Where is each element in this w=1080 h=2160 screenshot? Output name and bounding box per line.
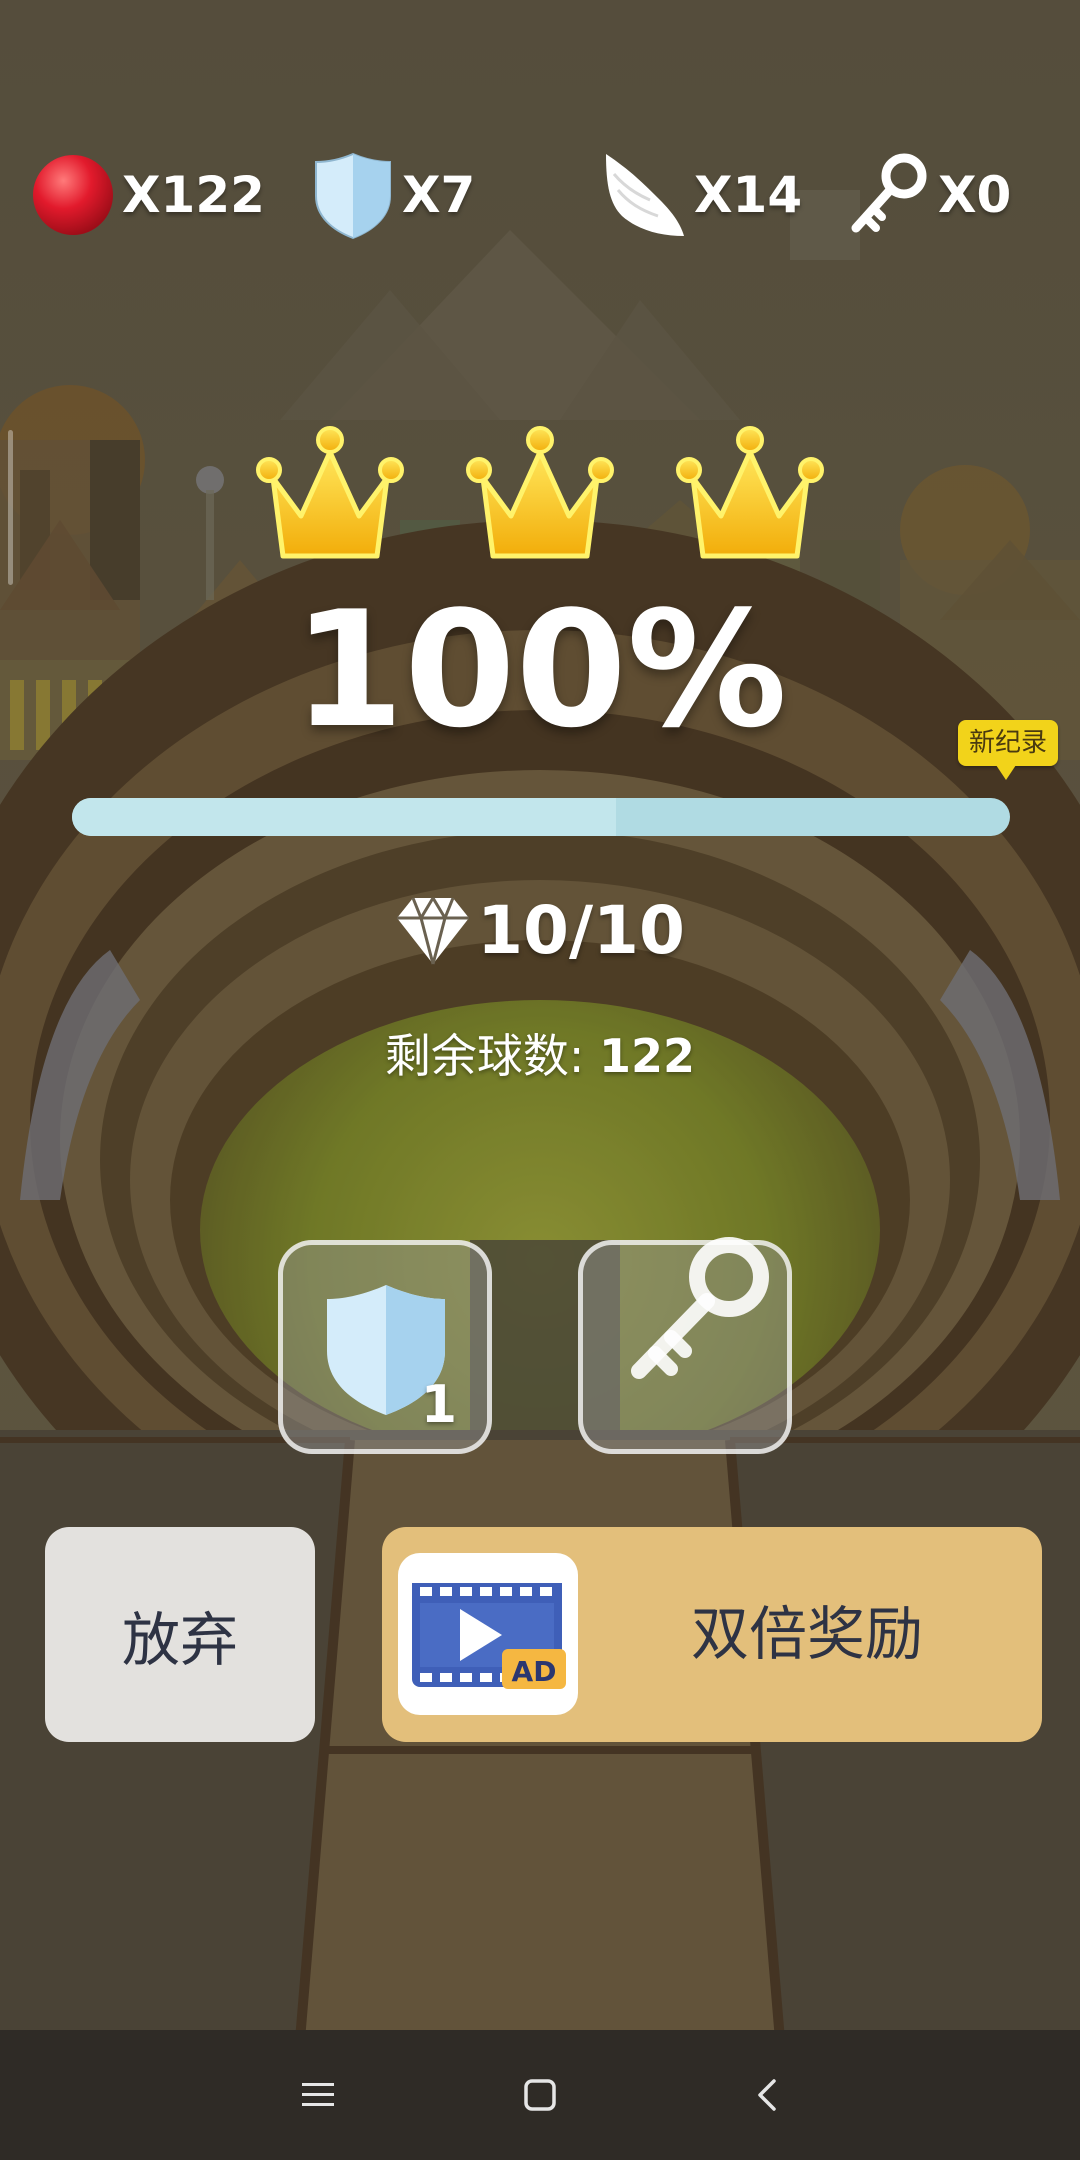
crown-icon xyxy=(676,426,824,559)
ad-video-icon: AD xyxy=(398,1553,578,1715)
balls-count: X122 xyxy=(122,166,265,224)
new-record-badge: 新纪录 xyxy=(958,720,1058,780)
scroll-indicator xyxy=(8,430,13,585)
resource-shields: X7 xyxy=(312,150,475,240)
diamond-icon xyxy=(397,897,470,965)
remaining-label: 剩余球数: xyxy=(384,1029,585,1083)
progress-bar xyxy=(72,798,1010,836)
item-slot-shield[interactable]: 1 xyxy=(278,1240,492,1454)
gems-collected: 10/10 xyxy=(0,880,1080,980)
menu-icon xyxy=(302,2083,334,2106)
give-up-button[interactable]: 放弃 xyxy=(45,1527,315,1742)
item-slot-key[interactable] xyxy=(578,1237,792,1454)
crown-icon xyxy=(256,426,404,559)
gems-value: 10/10 xyxy=(477,891,685,969)
system-nav-bar xyxy=(0,2030,1080,2160)
home-icon xyxy=(524,2079,556,2111)
ad-badge: AD xyxy=(511,1655,557,1688)
resource-keys: X0 xyxy=(848,150,1011,240)
shield-slot-count: 1 xyxy=(420,1375,457,1435)
keys-count: X0 xyxy=(938,166,1012,224)
progress-fill xyxy=(72,798,617,836)
remaining-value: 122 xyxy=(599,1029,696,1083)
completion-percent: 100% xyxy=(292,576,788,763)
menu-button[interactable] xyxy=(278,2055,358,2135)
key-icon xyxy=(631,1237,769,1379)
double-reward-label: 双倍奖励 xyxy=(690,1600,923,1668)
wing-icon xyxy=(606,154,684,236)
back-icon xyxy=(758,2079,776,2111)
crown-icon xyxy=(466,426,614,559)
new-record-label: 新纪录 xyxy=(968,728,1047,758)
key-icon xyxy=(851,153,927,233)
wings-count: X14 xyxy=(694,166,803,224)
game-result-screen: X122 X7 X14 X0 100% 新纪录 10/10 剩余球数: 122 … xyxy=(0,0,1080,2160)
home-button[interactable] xyxy=(500,2055,580,2135)
red-ball-icon xyxy=(33,155,113,235)
shield-icon xyxy=(315,152,391,240)
resource-balls: X122 xyxy=(32,150,265,240)
shields-count: X7 xyxy=(402,166,476,224)
resource-wings: X14 xyxy=(600,150,802,240)
give-up-label: 放弃 xyxy=(121,1605,238,1674)
back-button[interactable] xyxy=(728,2055,808,2135)
double-reward-button[interactable]: AD 双倍奖励 xyxy=(382,1527,1042,1742)
remaining-balls: 剩余球数: 122 xyxy=(0,1020,1080,1086)
